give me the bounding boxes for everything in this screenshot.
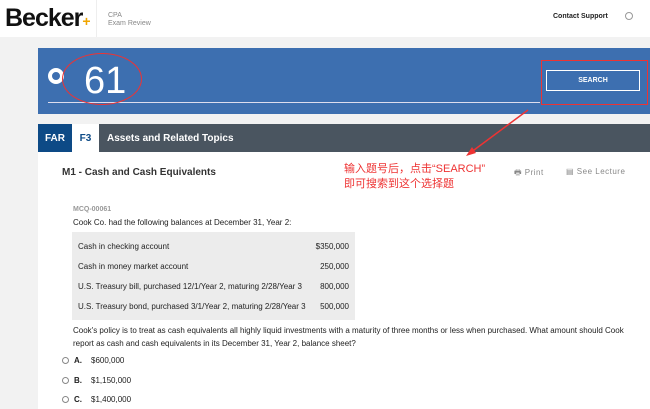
annotation-arrow [466,109,529,156]
